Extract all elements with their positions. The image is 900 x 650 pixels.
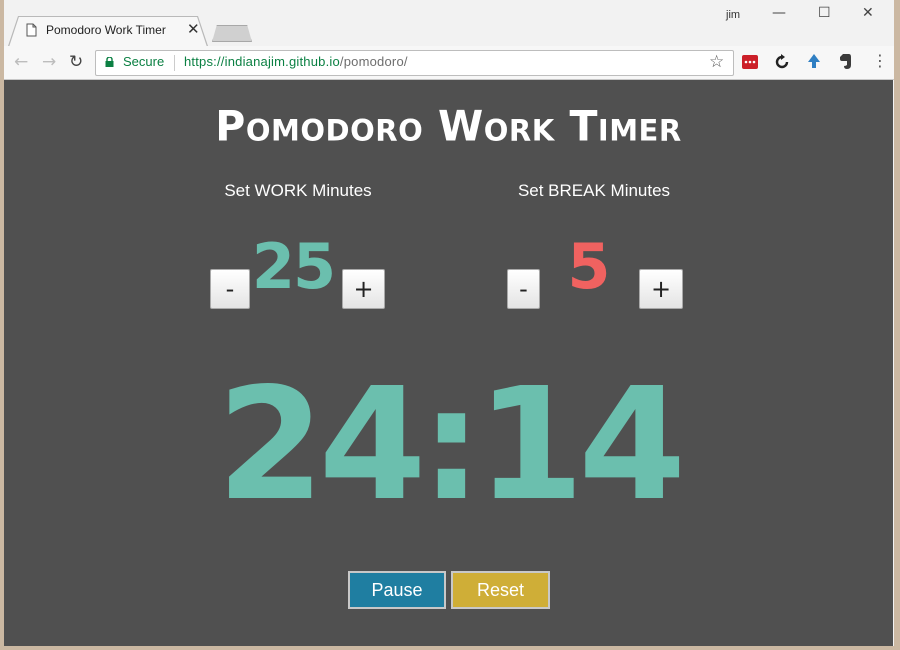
break-increment-button[interactable]: + [639, 269, 683, 309]
profile-button[interactable]: jim [726, 9, 740, 21]
work-minutes-value: 25 [251, 230, 336, 303]
lastpass-icon[interactable] [741, 53, 759, 71]
countdown-timer: 24:14 [216, 354, 686, 535]
url-path: /pomodoro/ [339, 54, 408, 69]
menu-icon[interactable]: ⋮ [872, 51, 888, 70]
page-title: Pomodoro Work Timer [215, 101, 682, 151]
evernote-icon[interactable] [836, 53, 854, 71]
tab-strip: Pomodoro Work Timer ✕ jim — ☐ ✕ [4, 0, 894, 47]
address-bar[interactable]: Secure https://indianajim.github.io/pomo… [95, 50, 734, 76]
break-decrement-button[interactable]: - [507, 269, 540, 309]
new-tab-button[interactable] [212, 25, 252, 42]
browser-window: Pomodoro Work Timer ✕ jim — ☐ ✕ ← → ↻ Se… [4, 0, 894, 646]
lock-icon [105, 57, 114, 67]
pause-button[interactable]: Pause [348, 571, 446, 609]
back-icon[interactable]: ← [14, 52, 28, 72]
forward-icon[interactable]: → [42, 52, 56, 72]
secure-label: Secure [123, 54, 165, 69]
work-increment-button[interactable]: + [342, 269, 385, 309]
page-icon [26, 23, 37, 37]
break-minutes-value: 5 [567, 230, 610, 303]
work-minutes-label: Set WORK Minutes [224, 181, 372, 200]
app-page: Pomodoro Work Timer Set WORK Minutes Set… [4, 80, 893, 646]
reset-button[interactable]: Reset [451, 571, 550, 609]
maximize-icon[interactable]: ☐ [818, 5, 831, 21]
address-divider [174, 55, 175, 71]
reload-icon[interactable]: ↻ [69, 52, 83, 72]
sync-icon[interactable] [773, 53, 791, 71]
bookmark-star-icon[interactable]: ☆ [709, 52, 724, 72]
minimize-icon[interactable]: — [772, 5, 786, 21]
browser-toolbar: ← → ↻ Secure https://indianajim.github.i… [4, 46, 894, 80]
url-host: https://indianajim.github.io [184, 54, 340, 69]
tab-title[interactable]: Pomodoro Work Timer [46, 23, 166, 37]
close-window-icon[interactable]: ✕ [862, 5, 874, 21]
break-minutes-label: Set BREAK Minutes [517, 181, 671, 200]
tab-close-icon[interactable]: ✕ [187, 21, 200, 37]
url-text[interactable]: https://indianajim.github.io/pomodoro/ [184, 54, 408, 69]
download-icon[interactable] [805, 53, 823, 71]
